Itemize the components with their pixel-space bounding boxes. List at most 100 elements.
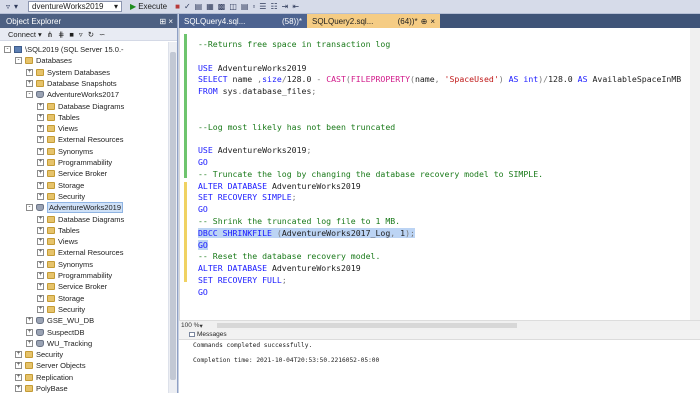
grid-icon[interactable]: ▦ (206, 2, 214, 11)
code-line[interactable]: SET RECOVERY FULL; (198, 275, 287, 285)
tree-node[interactable]: + WU_Tracking (26, 338, 92, 349)
debug-icon[interactable]: ▤ (195, 2, 203, 11)
expand-icon[interactable]: + (26, 328, 33, 336)
tree-node[interactable]: + Synonyms (37, 146, 93, 157)
expand-icon[interactable]: + (37, 170, 44, 178)
code-line[interactable]: -- Truncate the log by changing the data… (198, 169, 543, 179)
refresh-icon[interactable]: ↻ (88, 30, 94, 39)
code-line[interactable]: -- Shrink the truncated log file to 1 MB… (198, 216, 400, 226)
tree-node[interactable]: + Database Snapshots (26, 78, 117, 89)
code-line[interactable]: DBCC SHRINKFILE (AdventureWorks2017_Log,… (198, 227, 415, 238)
tree-node[interactable]: + Server Objects (15, 360, 86, 371)
tree-node[interactable]: - AdventureWorks2019 (26, 202, 123, 214)
tree-node[interactable]: + Security (37, 191, 85, 202)
expand-icon[interactable]: + (15, 373, 22, 381)
code-line[interactable]: USE AdventureWorks2019; (198, 145, 311, 155)
tree-node[interactable]: + SuspectDB (26, 327, 85, 338)
code-line[interactable]: SET RECOVERY SIMPLE; (198, 192, 297, 202)
code-line[interactable]: GO (198, 204, 208, 214)
tree-node[interactable]: + Storage (37, 293, 84, 304)
collapse-icon[interactable]: - (15, 57, 22, 65)
expand-icon[interactable]: + (15, 385, 22, 392)
expand-icon[interactable]: + (26, 68, 33, 76)
tree-node[interactable]: + Programmability (37, 157, 112, 168)
tree-node[interactable]: + External Resources (37, 134, 123, 145)
code-line[interactable]: ALTER DATABASE AdventureWorks2019 (198, 263, 361, 273)
indent-icon[interactable]: ⇥ (282, 2, 289, 11)
code-line[interactable]: GO (198, 287, 208, 297)
tree-node[interactable]: + Service Broker (37, 281, 107, 292)
tree-node[interactable]: - AdventureWorks2017 (26, 89, 119, 100)
plan-icon[interactable]: ◫ (229, 2, 237, 11)
tree-node[interactable]: + Service Broker (37, 168, 107, 179)
chevron-down-icon[interactable]: ▾ (199, 322, 202, 330)
tree-node[interactable]: + PolyBase (15, 383, 68, 393)
expand-icon[interactable]: + (26, 339, 33, 347)
zoom-level[interactable]: 100 % (181, 322, 199, 329)
execute-button[interactable]: ▶ Execute (130, 2, 167, 11)
query-tab[interactable]: SQLQuery4.sql... (58))* (179, 14, 307, 28)
expand-icon[interactable]: + (37, 294, 44, 302)
code-line[interactable]: GO (198, 157, 208, 167)
check-icon[interactable]: ✓ (184, 2, 191, 11)
expand-icon[interactable]: + (15, 362, 22, 370)
code-line[interactable]: GO (198, 239, 208, 250)
code-line[interactable]: USE AdventureWorks2019 (198, 63, 306, 73)
object-explorer-scrollbar[interactable] (168, 42, 177, 393)
expand-icon[interactable]: + (37, 113, 44, 121)
connect-button[interactable]: Connect ▾ (8, 30, 42, 39)
comment-icon[interactable]: ☰ (259, 2, 266, 11)
tree-node[interactable]: - \SQL2019 (SQL Server 15.0.- (4, 44, 124, 55)
tree-node[interactable]: + Tables (37, 112, 80, 123)
disconnect-icon[interactable]: ⋕ (58, 30, 64, 39)
stop-icon[interactable]: ■ (69, 30, 74, 39)
expand-icon[interactable]: + (26, 79, 33, 87)
file-icon[interactable]: ▫ (252, 2, 255, 11)
stop-icon[interactable]: ■ (175, 2, 180, 11)
tree-node[interactable]: + System Databases (26, 67, 110, 78)
code-line[interactable]: SELECT name ,size/128.0 - CAST(FILEPROPE… (198, 74, 681, 84)
tree-node[interactable]: + Synonyms (37, 259, 93, 270)
scrollbar-thumb[interactable] (170, 52, 176, 380)
filter-icon[interactable]: ▿ (79, 30, 83, 39)
connect-icon[interactable]: ⋔ (47, 30, 53, 39)
expand-icon[interactable]: + (37, 283, 44, 291)
code-line[interactable]: --Returns free space in transaction log (198, 39, 390, 49)
outdent-icon[interactable]: ⇤ (292, 2, 299, 11)
expand-icon[interactable]: + (37, 136, 44, 144)
expand-icon[interactable]: + (37, 102, 44, 110)
filter-settings-icon[interactable]: ▾ (12, 1, 20, 13)
expand-icon[interactable]: + (37, 192, 44, 200)
code-line[interactable]: ALTER DATABASE AdventureWorks2019 (198, 181, 361, 191)
pin-icon[interactable]: ⊕ (421, 17, 428, 26)
expand-icon[interactable]: + (26, 317, 33, 325)
expand-icon[interactable]: + (37, 249, 44, 257)
tree-node[interactable]: + Database Diagrams (37, 214, 124, 225)
messages-tab[interactable]: Messages (179, 330, 700, 340)
expand-icon[interactable]: + (37, 238, 44, 246)
code-line[interactable]: --Log most likely has not been truncated (198, 122, 395, 132)
expand-icon[interactable]: + (15, 351, 22, 359)
collapse-icon[interactable]: - (26, 91, 33, 99)
tree-node[interactable]: + Storage (37, 180, 84, 191)
close-icon[interactable]: × (430, 17, 435, 26)
expand-icon[interactable]: + (37, 159, 44, 166)
activity-monitor-icon[interactable]: ∽ (99, 30, 105, 39)
expand-icon[interactable]: + (37, 125, 44, 133)
editor-vertical-scrollbar[interactable] (690, 28, 700, 320)
expand-icon[interactable]: + (37, 305, 44, 313)
uncomment-icon[interactable]: ☷ (270, 2, 277, 11)
tree-node[interactable]: + Views (37, 236, 78, 247)
expand-icon[interactable]: + (37, 181, 44, 189)
text-icon[interactable]: ▤ (241, 2, 249, 11)
expand-icon[interactable]: + (37, 147, 44, 155)
tree-node[interactable]: + Programmability (37, 270, 112, 281)
tree-node[interactable]: + Security (15, 349, 63, 360)
pin-icon[interactable]: ⊞ × (159, 17, 173, 26)
tree-node[interactable]: + Tables (37, 225, 80, 236)
tree-node[interactable]: + Replication (15, 372, 73, 383)
code-line[interactable]: FROM sys.database_files; (198, 86, 316, 96)
filter-icon[interactable]: ▿ (4, 1, 12, 13)
collapse-icon[interactable]: - (4, 46, 11, 53)
code-line[interactable]: -- Reset the database recovery model. (198, 251, 380, 261)
